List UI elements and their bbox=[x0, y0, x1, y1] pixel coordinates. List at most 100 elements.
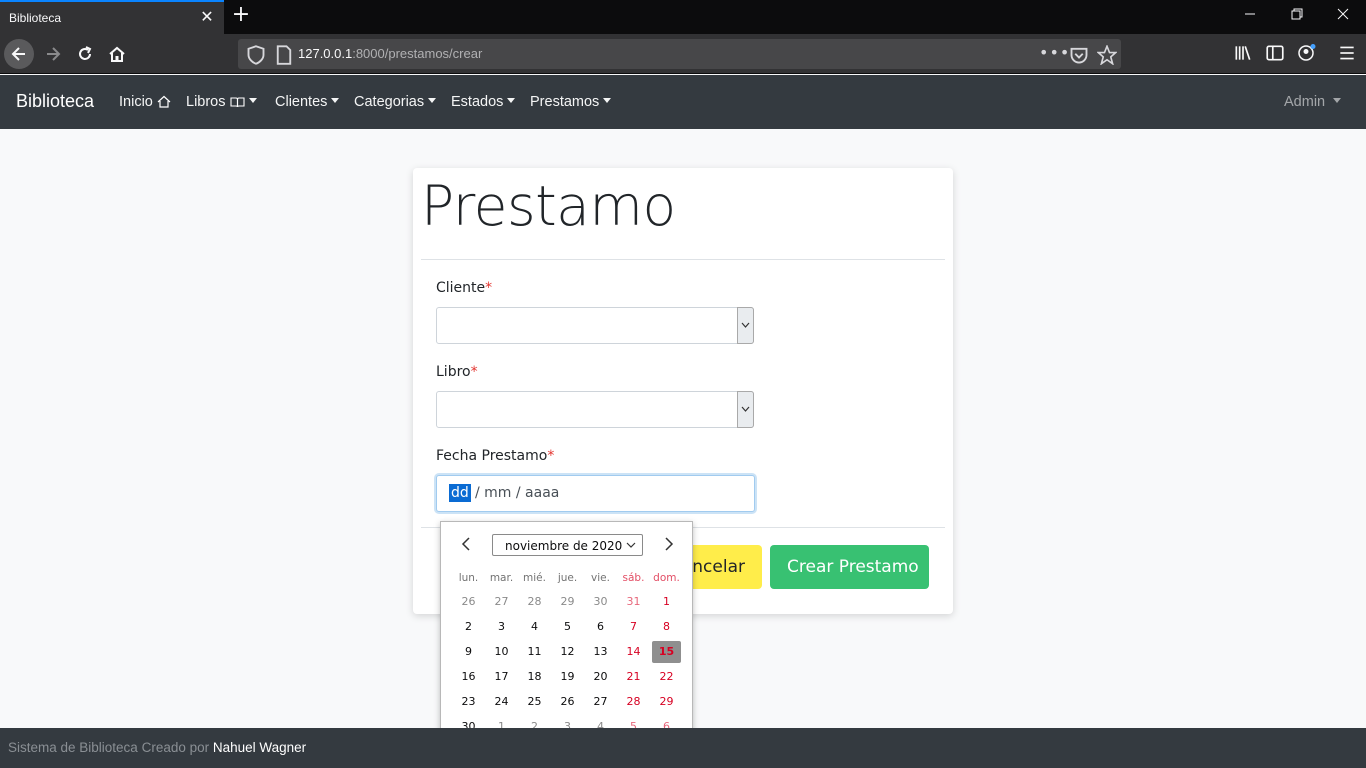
menu-icon[interactable] bbox=[1337, 43, 1357, 63]
url-text[interactable]: 127.0.0.1:8000/prestamos/crear bbox=[298, 46, 482, 61]
forward-arrow-icon bbox=[47, 47, 61, 61]
calendar-day[interactable]: 12 bbox=[551, 639, 584, 664]
bookmark-star-icon[interactable] bbox=[1097, 45, 1117, 65]
footer-author: Nahuel Wagner bbox=[212, 740, 307, 755]
calendar-day[interactable]: 6 bbox=[584, 614, 617, 639]
create-prestamo-button[interactable]: Crear Prestamo bbox=[770, 545, 929, 589]
calendar-day[interactable]: 15 bbox=[650, 639, 683, 664]
page-title: Prestamo bbox=[421, 174, 676, 238]
home-icon bbox=[109, 46, 125, 62]
url-bar[interactable]: 127.0.0.1:8000/prestamos/crear ••• bbox=[238, 39, 1121, 69]
calendar-day[interactable]: 4 bbox=[518, 614, 551, 639]
calendar-day[interactable]: 25 bbox=[518, 689, 551, 714]
calendar-day[interactable]: 21 bbox=[617, 664, 650, 689]
back-button[interactable] bbox=[4, 39, 34, 69]
nav-estados[interactable]: Estados bbox=[451, 94, 516, 110]
brand-link[interactable]: Biblioteca bbox=[16, 91, 94, 112]
nav-user-admin[interactable]: Admin bbox=[1284, 94, 1342, 110]
minimize-icon[interactable] bbox=[1238, 5, 1262, 27]
home-button[interactable] bbox=[102, 39, 132, 69]
browser-tab-bar: Biblioteca ✕ + bbox=[0, 0, 1366, 34]
select-arrow[interactable] bbox=[737, 391, 754, 428]
shield-icon[interactable] bbox=[246, 45, 266, 65]
fecha-prestamo-input[interactable]: dd / mm / aaaa bbox=[436, 475, 755, 512]
restore-icon[interactable] bbox=[1285, 5, 1309, 27]
calendar-day[interactable]: 29 bbox=[551, 589, 584, 614]
forward-button[interactable] bbox=[38, 39, 68, 69]
calendar-day[interactable]: 8 bbox=[650, 614, 683, 639]
pocket-icon[interactable] bbox=[1069, 45, 1089, 65]
calendar-day[interactable]: 14 bbox=[617, 639, 650, 664]
calendar-day[interactable]: 11 bbox=[518, 639, 551, 664]
library-icon[interactable] bbox=[1233, 43, 1253, 63]
page-actions-icon[interactable]: ••• bbox=[1039, 43, 1070, 62]
calendar-day[interactable]: 24 bbox=[485, 689, 518, 714]
calendar-day[interactable]: 27 bbox=[584, 689, 617, 714]
site-footer: Sistema de Biblioteca Creado por Nahuel … bbox=[0, 728, 1366, 768]
nav-estados-label: Estados bbox=[451, 94, 504, 110]
weekday-label: vie. bbox=[591, 572, 610, 584]
calendar-day[interactable]: 19 bbox=[551, 664, 584, 689]
month-year-select[interactable]: noviembre de 2020 bbox=[492, 534, 643, 556]
tab-close-icon[interactable]: ✕ bbox=[198, 8, 216, 26]
chevron-down-icon bbox=[428, 98, 437, 103]
calendar-day[interactable]: 23 bbox=[452, 689, 485, 714]
sidebar-icon[interactable] bbox=[1265, 43, 1285, 63]
calendar-day[interactable]: 29 bbox=[650, 689, 683, 714]
reload-button[interactable] bbox=[70, 39, 100, 69]
window-close-icon[interactable] bbox=[1331, 5, 1355, 27]
nav-libros-label: Libros bbox=[186, 94, 226, 110]
nav-categorias[interactable]: Categorias bbox=[354, 94, 437, 110]
calendar-day[interactable]: 22 bbox=[650, 664, 683, 689]
nav-categorias-label: Categorias bbox=[354, 94, 425, 110]
new-tab-icon[interactable]: + bbox=[230, 4, 252, 28]
calendar-day[interactable]: 16 bbox=[452, 664, 485, 689]
calendar-grid: lun. mar. mié. jue. vie. sáb. dom. 26 27 2… bbox=[452, 571, 683, 739]
calendar-day[interactable]: 7 bbox=[617, 614, 650, 639]
weekday-label: lun. bbox=[458, 572, 479, 584]
weekday-label: dom. bbox=[653, 572, 680, 584]
nav-clientes[interactable]: Clientes bbox=[275, 94, 340, 110]
cliente-select[interactable] bbox=[436, 307, 754, 344]
page-info-icon[interactable] bbox=[274, 45, 294, 65]
book-icon bbox=[229, 97, 245, 108]
calendar-day[interactable]: 3 bbox=[485, 614, 518, 639]
browser-tab[interactable]: Biblioteca ✕ bbox=[0, 0, 224, 34]
calendar-day[interactable]: 27 bbox=[485, 589, 518, 614]
divider bbox=[421, 259, 945, 260]
cancel-button[interactable]: ancelar bbox=[682, 545, 762, 589]
libro-select[interactable] bbox=[436, 391, 754, 428]
home-icon bbox=[157, 95, 171, 108]
calendar-day[interactable]: 5 bbox=[551, 614, 584, 639]
chevron-down-icon bbox=[248, 98, 257, 103]
select-arrow[interactable] bbox=[737, 307, 754, 344]
nav-clientes-label: Clientes bbox=[275, 94, 328, 110]
date-month-year-segments[interactable]: / mm / aaaa bbox=[475, 485, 559, 501]
calendar-day[interactable]: 17 bbox=[485, 664, 518, 689]
calendar-week-row: 23 24 25 26 27 28 29 bbox=[452, 689, 683, 714]
account-icon[interactable] bbox=[1297, 43, 1317, 63]
nav-libros[interactable]: Libros bbox=[186, 94, 257, 110]
calendar-day[interactable]: 26 bbox=[551, 689, 584, 714]
calendar-day[interactable]: 26 bbox=[452, 589, 485, 614]
previous-month-icon[interactable] bbox=[459, 536, 475, 552]
calendar-day[interactable]: 18 bbox=[518, 664, 551, 689]
calendar-day[interactable]: 28 bbox=[617, 689, 650, 714]
calendar-day[interactable]: 30 bbox=[584, 589, 617, 614]
calendar-day[interactable]: 2 bbox=[452, 614, 485, 639]
calendar-day[interactable]: 9 bbox=[452, 639, 485, 664]
calendar-day[interactable]: 10 bbox=[485, 639, 518, 664]
calendar-day[interactable]: 20 bbox=[584, 664, 617, 689]
calendar-day[interactable]: 13 bbox=[584, 639, 617, 664]
calendar-day[interactable]: 31 bbox=[617, 589, 650, 614]
nav-prestamos[interactable]: Prestamos bbox=[530, 94, 612, 110]
calendar-day[interactable]: 28 bbox=[518, 589, 551, 614]
nav-inicio[interactable]: Inicio bbox=[119, 94, 171, 110]
date-day-segment[interactable]: dd bbox=[449, 484, 471, 502]
tab-title: Biblioteca bbox=[9, 11, 62, 25]
next-month-icon[interactable] bbox=[660, 536, 676, 552]
calendar-day[interactable]: 1 bbox=[650, 589, 683, 614]
weekday-header-row: lun. mar. mié. jue. vie. sáb. dom. bbox=[452, 571, 683, 589]
calendar-week-row: 26 27 28 29 30 31 1 bbox=[452, 589, 683, 614]
weekday-label: sáb. bbox=[622, 572, 645, 584]
